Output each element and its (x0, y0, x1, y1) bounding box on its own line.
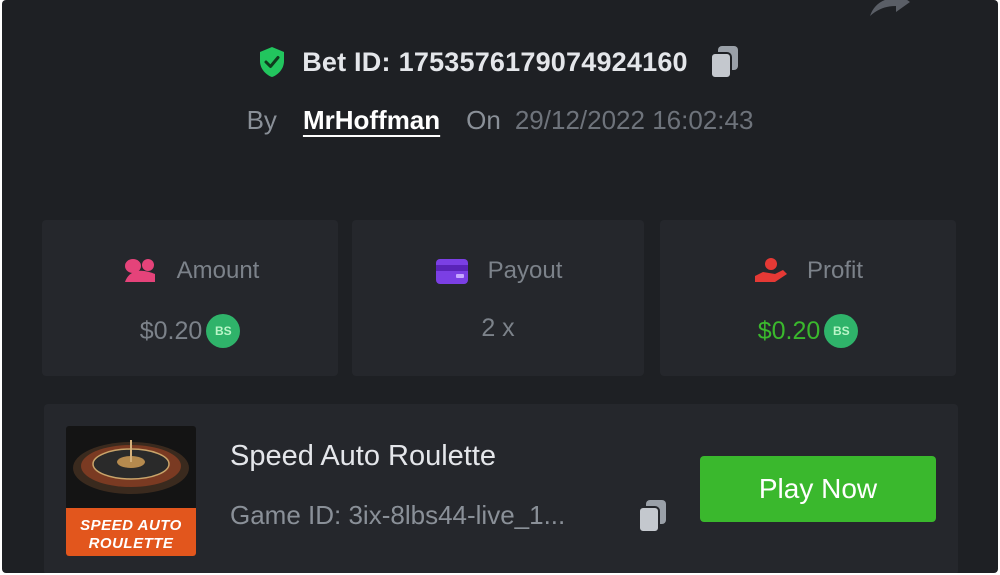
bet-details-panel: Bet ID: 1753576179074924160 By MrHoffman… (2, 0, 998, 573)
game-thumbnail[interactable]: SPEED AUTO ROULETTE (66, 426, 196, 556)
game-title: Speed Auto Roulette (230, 440, 497, 472)
by-label: By (246, 104, 277, 135)
bet-date: 29/12/2022 16:02:43 (514, 104, 754, 135)
game-card: SPEED AUTO ROULETTE Speed Auto Roulette … (44, 404, 958, 573)
copy-bet-id-icon[interactable] (708, 44, 742, 80)
username-link[interactable]: MrHoffman (303, 105, 440, 136)
bet-id-value: 1753576179074924160 (398, 46, 688, 77)
payout-label: Payout (487, 257, 563, 284)
copy-game-id-icon[interactable] (636, 498, 670, 534)
shield-check-icon (260, 47, 285, 77)
bet-id-label: Bet ID: (302, 46, 391, 77)
amount-label: Amount (176, 257, 260, 284)
thumbnail-title-line2: ROULETTE (88, 535, 174, 552)
payout-card: Payout 2 x (352, 220, 644, 376)
game-id: Game ID: 3ix-8lbs44-live_1... (230, 500, 566, 530)
amount-value: $0.20 (139, 316, 203, 345)
coins-icon (124, 259, 155, 282)
bet-author-row: By MrHoffman On 29/12/2022 16:02:43 (2, 100, 998, 140)
on-label: On (466, 104, 501, 135)
roulette-wheel-icon (73, 440, 189, 494)
profit-card: Profit $0.20 BS (660, 220, 956, 376)
thumbnail-title-line1: SPEED AUTO (80, 517, 182, 534)
coin-badge-icon: BS (824, 314, 859, 348)
profit-label: Profit (806, 257, 863, 284)
amount-card: Amount $0.20 BS (42, 220, 338, 376)
coin-badge-icon: BS (206, 314, 241, 348)
hand-coin-icon (754, 258, 787, 282)
profit-value: $0.20 (757, 316, 821, 345)
play-now-button[interactable]: Play Now (700, 456, 936, 522)
payout-value: 2 x (481, 314, 515, 342)
wallet-icon (435, 259, 468, 284)
bet-id-row: Bet ID: 1753576179074924160 (2, 40, 998, 84)
share-icon[interactable] (864, 0, 914, 18)
